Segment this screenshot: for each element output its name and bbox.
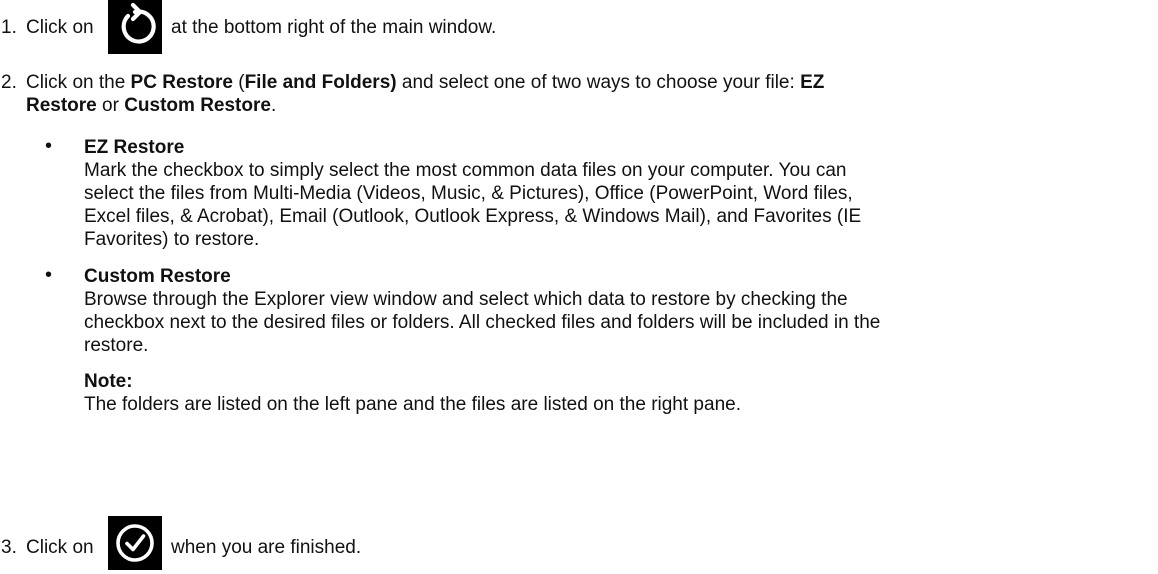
bullet-line: Browse through the Explorer view window … — [84, 289, 848, 310]
step-text: at the bottom right of the main window. — [171, 17, 497, 38]
note-title: Note: — [84, 371, 133, 392]
step-text: Click on — [26, 537, 94, 558]
pc-restore-label: PC Restore — [130, 72, 233, 93]
ez-restore-label: EZ — [800, 72, 825, 93]
step-number: 2. — [1, 72, 17, 93]
bullet-line: Excel files, & Acrobat), Email (Outlook,… — [84, 206, 862, 227]
file-and-folders-label: File and Folders) — [244, 72, 397, 93]
step-text: Click on the PC Restore (File and Folder… — [26, 72, 825, 116]
ez-restore-label-cont: Restore — [26, 95, 97, 116]
bullet-line: restore. — [84, 335, 149, 356]
bullet-line: checkbox next to the desired files or fo… — [84, 312, 881, 333]
bullet-title: Custom Restore — [84, 266, 231, 287]
step-text: when you are finished. — [171, 537, 362, 558]
bullet-icon: • — [45, 264, 53, 286]
restore-icon — [108, 0, 162, 54]
note-text: The folders are listed on the left pane … — [84, 394, 741, 415]
checkmark-icon — [108, 516, 162, 570]
bullet-line: Favorites) to restore. — [84, 229, 260, 250]
bullet-line: Mark the checkbox to simply select the m… — [84, 160, 847, 181]
step-number: 1. — [1, 17, 17, 38]
bullet-line: select the files from Multi-Media (Video… — [84, 183, 853, 204]
step-number: 3. — [1, 537, 17, 558]
step-text: Click on — [26, 17, 94, 38]
custom-restore-label: Custom Restore — [124, 95, 271, 116]
bullet-icon: • — [45, 135, 53, 157]
bullet-title: EZ Restore — [84, 137, 185, 158]
